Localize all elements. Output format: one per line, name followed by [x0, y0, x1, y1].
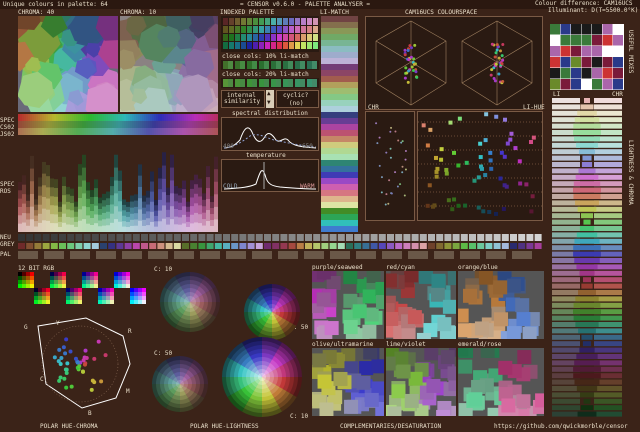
close10-swatches — [221, 60, 319, 70]
pal-label: PAL — [0, 251, 11, 258]
chroma40-plot — [18, 16, 118, 112]
lightness-hue-scatter — [417, 111, 543, 221]
neu-label: NEU — [0, 234, 11, 241]
cs02-label: CS02 — [0, 124, 15, 131]
arrow-up-icon: ▲ — [267, 90, 271, 97]
github-link[interactable]: https://github.com/qwickmorble/censor — [494, 423, 628, 430]
complementaries-caption: COMPLEMENTARIES/DESATURATION — [340, 423, 442, 430]
purple-seaweed-label: purple/seaweed — [312, 264, 363, 271]
chroma10-plot — [120, 16, 218, 112]
cyclic-box: cyclic? (no) — [276, 90, 319, 108]
spectrum-area-plot — [18, 138, 218, 232]
hue-y-label: Y — [56, 320, 60, 327]
app-title: = CENSOR v0.6.0 - PALETTE ANALYSER = — [240, 1, 371, 8]
js02-label: JS02 — [0, 131, 15, 138]
hue-m-label: M — [126, 388, 130, 395]
hue-c-label: C — [40, 376, 44, 383]
complement-orange-blue — [458, 271, 544, 339]
complement-lime-violet — [386, 348, 456, 416]
arrow-down-icon: ▼ — [267, 99, 271, 106]
temperature-label: temperature — [246, 152, 286, 159]
complement-emerald-rose — [458, 348, 544, 416]
similarity-label: similarity — [224, 98, 261, 105]
polar-hue-chroma-caption: POLAR HUE-CHROMA — [40, 423, 98, 430]
limatch-label: LI-MATCH — [320, 9, 349, 16]
palette-strips — [18, 234, 543, 260]
spec-label: SPEC — [0, 117, 15, 124]
useful-mixes-label: USEFUL MIXES — [627, 30, 634, 74]
spectral-graph: 400 650 — [221, 117, 319, 151]
chr-label: CHR — [368, 104, 379, 111]
red-cyan-label: red/cyan — [386, 264, 415, 271]
spectral-label: spectral distribution — [232, 110, 308, 117]
orange-blue-label: orange/blue — [458, 264, 498, 271]
title-bar: Unique colours in palette: 64 = CENSOR v… — [0, 0, 640, 9]
indexed-palette-grid — [221, 16, 319, 52]
ros-label: ROS — [0, 188, 11, 195]
close20-swatches — [221, 78, 319, 88]
complement-olive-ultramarine — [312, 348, 384, 416]
censor-window: Unique colours in palette: 64 = CENSOR v… — [0, 0, 640, 432]
polar-hue-chroma-plot: G Y R C M B — [18, 306, 148, 416]
lime-violet-label: lime/violet — [386, 341, 426, 348]
unique-colours-label: Unique colours in palette: 64 — [3, 1, 108, 8]
cyclic-value: (no) — [289, 100, 304, 107]
similarity-arrows-button[interactable]: ▲ ▼ — [266, 90, 274, 108]
spectral-400-label: 400 — [223, 143, 234, 150]
olive-ultramarine-label: olive/ultramarine — [312, 341, 374, 348]
temperature-warm-label: WARM — [300, 183, 315, 190]
rgb12-cubes — [18, 272, 146, 304]
temperature-cold-label: COLD — [223, 183, 238, 190]
chroma-scatter — [365, 111, 415, 221]
useful-mixes-grid — [550, 24, 624, 90]
emerald-rose-label: emerald/rose — [458, 341, 502, 348]
hue-r-label: R — [128, 328, 132, 335]
spectrum-bands — [18, 114, 218, 136]
cam16-colourspace-view — [365, 16, 543, 110]
hue-b-label: B — [88, 410, 92, 416]
li-label: LI — [553, 91, 561, 98]
bit12-label: 12 BIT RGB — [18, 265, 55, 272]
temperature-graph: COLD WARM — [221, 159, 319, 192]
lihue-label: LI-HUE — [523, 104, 545, 111]
cyclic-label: cyclic? — [283, 92, 309, 99]
limatch-strip — [321, 16, 358, 232]
close10-label: close cols: 10% li-match — [222, 53, 309, 60]
spectral-650-label: 650 — [302, 143, 313, 150]
cam16-label: CAM16UCS COLOURSPACE — [405, 9, 478, 16]
hue-g-label: G — [24, 324, 28, 331]
chroma40-label: CHROMA: 40 — [18, 9, 55, 16]
lightness-chroma-columns — [550, 98, 624, 420]
lightness-chroma-label: LIGHTNESS & CHROMA — [627, 140, 634, 206]
grey-label: GREY — [0, 241, 15, 248]
close20-label: close cols: 20% li-match — [222, 71, 309, 78]
chr2-label: CHR — [612, 91, 623, 98]
chroma10-label: CHROMA: 10 — [120, 9, 157, 16]
complement-red-cyan — [386, 271, 456, 339]
colour-difference-label: Colour difference: CAM16UCS — [535, 0, 633, 7]
indexed-palette-label: INDEXED PALETTE — [220, 9, 275, 16]
complement-purple-seaweed — [312, 271, 384, 339]
polar-hue-lightness-rings — [150, 272, 312, 418]
spec2-label: SPEC — [0, 181, 15, 188]
polar-hue-lightness-caption: POLAR HUE-LIGHTNESS — [190, 423, 259, 430]
internal-similarity-box: internal similarity — [221, 90, 265, 108]
illuminant-label: Illuminant: D(T=5500.0°K) — [548, 7, 639, 14]
